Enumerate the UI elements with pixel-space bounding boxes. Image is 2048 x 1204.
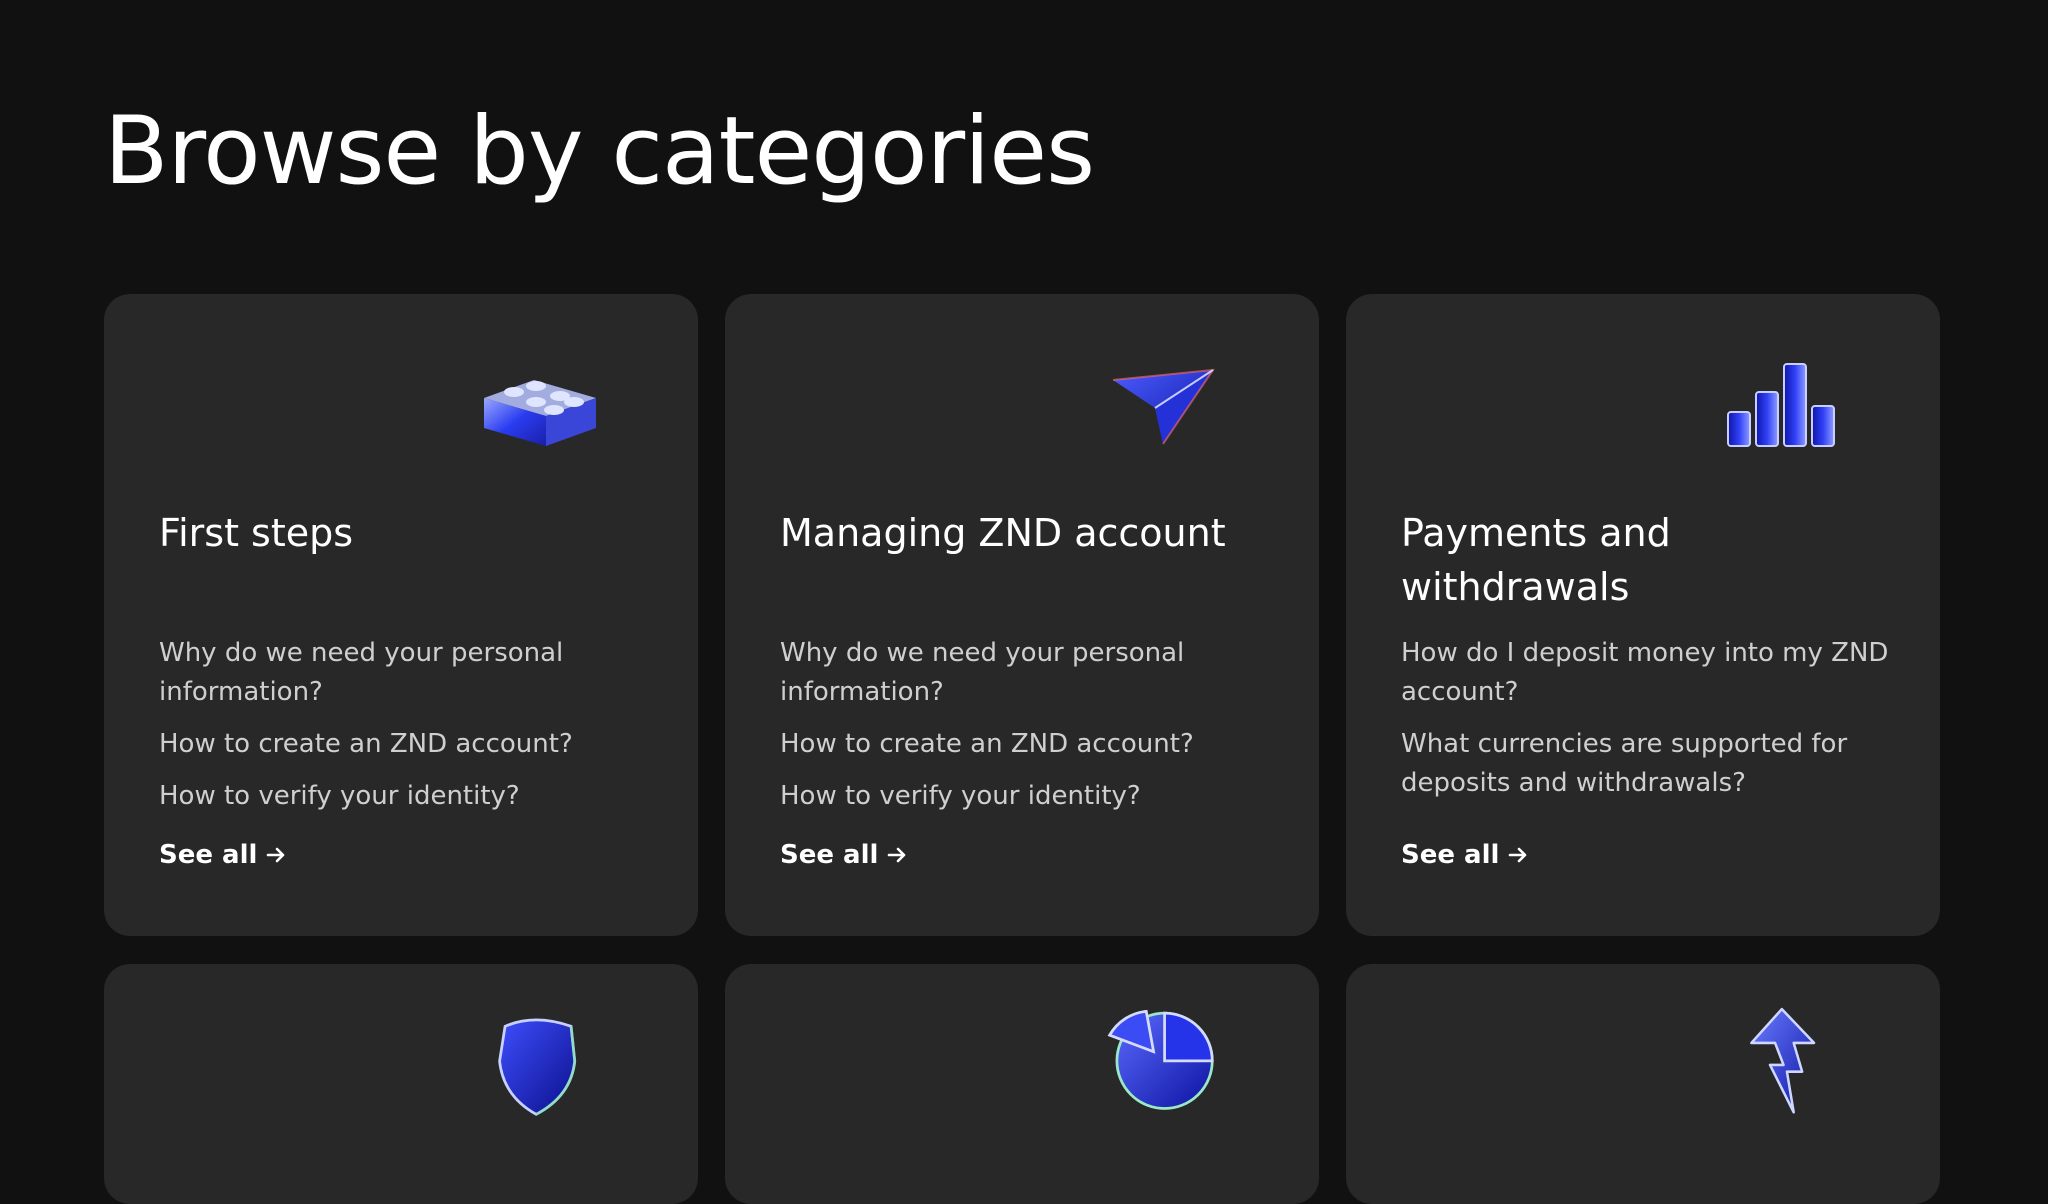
arrow-right-icon [265,844,287,866]
see-all-link[interactable]: See all [780,840,908,870]
paper-plane-icon [1095,350,1225,460]
card-link[interactable]: Why do we need your personal information… [159,634,659,712]
arrow-right-icon [1507,844,1529,866]
bar-chart-icon [1716,350,1846,460]
card-link[interactable]: Why do we need your personal information… [780,634,1280,712]
arrow-right-icon [886,844,908,866]
see-all-link[interactable]: See all [1401,840,1529,870]
card-link-list: How do I deposit money into my ZND accou… [1401,634,1901,816]
card-title: Payments and withdrawals [1401,511,1671,609]
card-link-list: Why do we need your personal information… [159,634,659,829]
see-all-label: See all [780,840,879,870]
see-all-label: See all [159,840,258,870]
page-title: Browse by categories [104,97,1095,206]
card-link[interactable]: How to create an ZND account? [780,725,1280,764]
card-link[interactable]: How to verify your identity? [780,777,1280,816]
see-all-link[interactable]: See all [159,840,287,870]
lego-brick-icon [474,350,604,460]
lightning-arrow-icon [1716,1004,1846,1114]
see-all-label: See all [1401,840,1500,870]
category-card-first-steps[interactable]: First steps Why do we need your personal… [104,294,698,936]
card-link-list: Why do we need your personal information… [780,634,1280,829]
card-title: First steps [159,511,354,555]
card-link[interactable]: How do I deposit money into my ZND accou… [1401,634,1901,712]
card-title: Managing ZND account [780,511,1226,555]
category-card-payments-withdrawals[interactable]: Payments and withdrawals How do I deposi… [1346,294,1940,936]
category-card-trading[interactable] [1346,964,1940,1204]
shield-icon [474,1008,604,1118]
category-card-security[interactable] [104,964,698,1204]
pie-chart-icon [1095,1004,1225,1114]
category-card-analytics[interactable] [725,964,1319,1204]
card-link[interactable]: What currencies are supported for deposi… [1401,725,1901,803]
card-link[interactable]: How to verify your identity? [159,777,659,816]
category-card-managing-account[interactable]: Managing ZND account Why do we need your… [725,294,1319,936]
card-link[interactable]: How to create an ZND account? [159,725,659,764]
